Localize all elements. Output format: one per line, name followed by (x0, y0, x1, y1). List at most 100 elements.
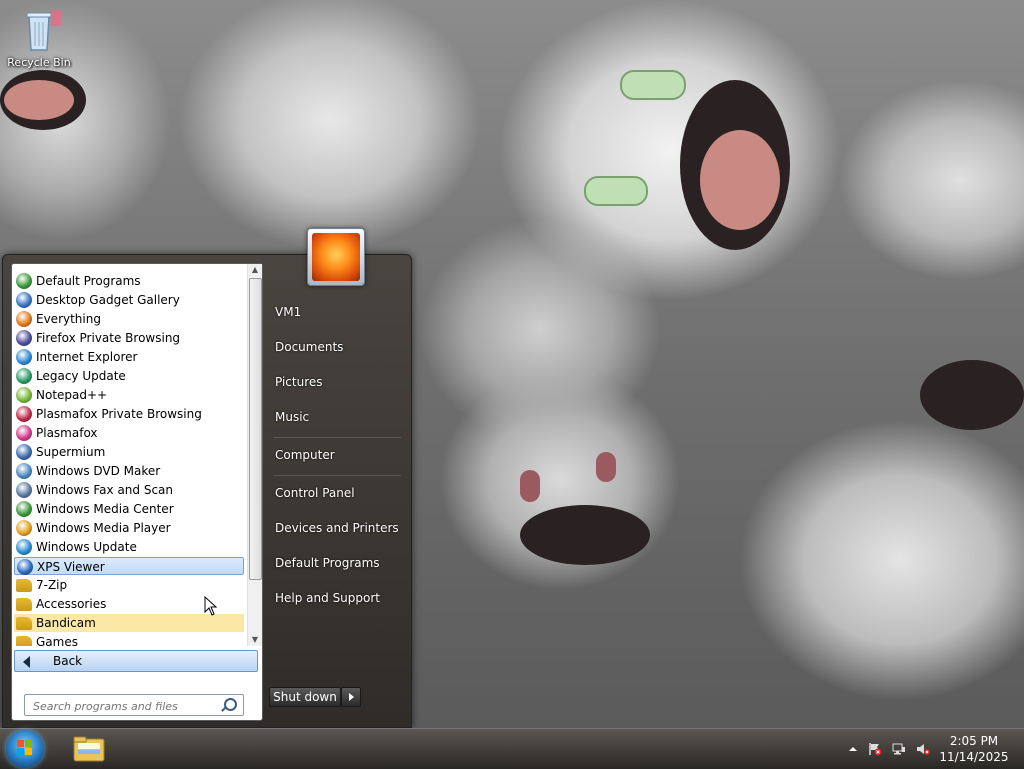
program-list-item[interactable]: Windows Media Center (14, 500, 244, 518)
program-list-item[interactable]: Windows Update (14, 538, 244, 556)
folder-icon (16, 598, 32, 611)
all-programs-list: Default Programs Desktop Gadget Gallery Ev… (12, 264, 244, 646)
windows-explorer-taskbar-button[interactable] (70, 733, 108, 765)
wallpaper-mouth (520, 505, 650, 565)
firefox-private-icon (16, 330, 32, 346)
program-list-item[interactable]: Desktop Gadget Gallery (14, 291, 244, 309)
show-hidden-icons-chevron-icon[interactable] (846, 742, 860, 756)
program-list-item[interactable]: Notepad++ (14, 386, 244, 404)
program-label: Windows Fax and Scan (36, 483, 174, 497)
program-label: Plasmafox Private Browsing (36, 407, 202, 421)
help-support-link[interactable]: Help and Support (275, 587, 403, 609)
devices-printers-link[interactable]: Devices and Printers (275, 517, 403, 539)
taskbar: 2:05 PM 11/14/2025 (0, 728, 1024, 769)
network-icon[interactable] (892, 742, 906, 756)
right-pane-separator (273, 437, 401, 438)
program-list-item[interactable]: Windows DVD Maker (14, 462, 244, 480)
internet-explorer-icon (16, 349, 32, 365)
program-list-item[interactable]: Legacy Update (14, 367, 244, 385)
program-list-item[interactable]: Plasmafox (14, 424, 244, 442)
notepad-plus-plus-icon (16, 387, 32, 403)
program-list-item[interactable]: Supermium (14, 443, 244, 461)
default-programs-link[interactable]: Default Programs (275, 552, 403, 574)
program-list-item[interactable]: Plasmafox Private Browsing (14, 405, 244, 423)
supermium-icon (16, 444, 32, 460)
plasmafox-icon (16, 425, 32, 441)
program-list-item[interactable]: 7-Zip (14, 576, 244, 594)
program-label: Legacy Update (36, 369, 126, 383)
clock-time: 2:05 PM (949, 734, 999, 748)
search-input[interactable] (31, 696, 225, 716)
programs-scrollbar[interactable]: ▲ ▼ (247, 264, 262, 646)
everything-search-icon (16, 311, 32, 327)
program-label: Accessories (36, 597, 107, 611)
system-clock[interactable]: 2:05 PM 11/14/2025 (934, 733, 1014, 765)
computer-link[interactable]: Computer (275, 444, 403, 466)
wallpaper-eye (584, 176, 648, 206)
user-picture[interactable] (307, 228, 365, 286)
program-label: Windows Media Player (36, 521, 171, 535)
shut-down-options-button[interactable] (341, 687, 361, 707)
start-button[interactable] (6, 730, 44, 768)
program-label: Firefox Private Browsing (36, 331, 181, 345)
clock-date: 11/14/2025 (939, 750, 1009, 764)
scrollbar-thumb[interactable] (249, 278, 262, 580)
program-list-item[interactable]: XPS Viewer (14, 557, 244, 575)
search-programs-box[interactable] (24, 694, 244, 716)
start-menu-left-pane: Default Programs Desktop Gadget Gallery Ev… (11, 263, 263, 721)
scroll-up-arrow-icon[interactable]: ▲ (248, 264, 262, 276)
search-icon[interactable] (224, 698, 237, 711)
scroll-down-arrow-icon[interactable]: ▼ (248, 634, 262, 646)
program-label: Bandicam (36, 616, 96, 630)
flower-avatar-image (312, 233, 360, 281)
program-label: Windows Media Center (36, 502, 174, 516)
program-label: Default Programs (36, 274, 141, 288)
program-list-item[interactable]: Everything (14, 310, 244, 328)
program-label: Internet Explorer (36, 350, 138, 364)
documents-link[interactable]: Documents (275, 336, 403, 358)
windows-logo-icon (17, 740, 33, 756)
program-label: Supermium (36, 445, 106, 459)
dvd-maker-icon (16, 463, 32, 479)
back-button[interactable]: Back (14, 650, 258, 672)
program-label: 7-Zip (36, 578, 68, 592)
right-pane-separator (273, 475, 401, 476)
default-programs-icon (16, 273, 32, 289)
pictures-link[interactable]: Pictures (275, 371, 403, 393)
recycle-bin-desktop-icon[interactable]: Recycle Bin (4, 6, 74, 69)
program-list-item[interactable]: Internet Explorer (14, 348, 244, 366)
control-panel-link[interactable]: Control Panel (275, 482, 403, 504)
program-label: Games (36, 635, 78, 646)
program-list-item[interactable]: Windows Media Player (14, 519, 244, 537)
folder-icon (16, 617, 32, 630)
volume-muted-icon[interactable] (916, 742, 930, 756)
recycle-bin-label: Recycle Bin (7, 56, 71, 69)
folder-icon (16, 636, 32, 646)
action-center-flag-icon[interactable] (868, 742, 882, 756)
wallpaper-mouth (920, 360, 1024, 430)
program-label: Plasmafox (36, 426, 98, 440)
legacy-update-icon (16, 368, 32, 384)
music-link[interactable]: Music (275, 406, 403, 428)
user-folder-link[interactable]: VM1 (275, 301, 403, 323)
program-label: Windows DVD Maker (36, 464, 161, 478)
program-list-item[interactable]: Bandicam (14, 614, 244, 632)
program-list-item[interactable]: Firefox Private Browsing (14, 329, 244, 347)
media-center-icon (16, 501, 32, 517)
program-label: Desktop Gadget Gallery (36, 293, 180, 307)
fax-scan-icon (16, 482, 32, 498)
program-list-item[interactable]: Windows Fax and Scan (14, 481, 244, 499)
mouse-cursor-icon (204, 596, 218, 616)
wallpaper-tongue (700, 130, 780, 230)
back-arrow-icon (23, 656, 30, 668)
shut-down-button[interactable]: Shut down (269, 687, 341, 707)
program-label: Notepad++ (36, 388, 108, 402)
wallpaper-eye (520, 470, 540, 502)
windows-update-icon (16, 539, 32, 555)
program-list-item[interactable]: Games (14, 633, 244, 646)
xps-viewer-icon (17, 559, 33, 575)
wallpaper-eye (596, 452, 616, 482)
program-label: Windows Update (36, 540, 137, 554)
start-menu: Default Programs Desktop Gadget Gallery Ev… (2, 254, 412, 728)
program-list-item[interactable]: Default Programs (14, 272, 244, 290)
